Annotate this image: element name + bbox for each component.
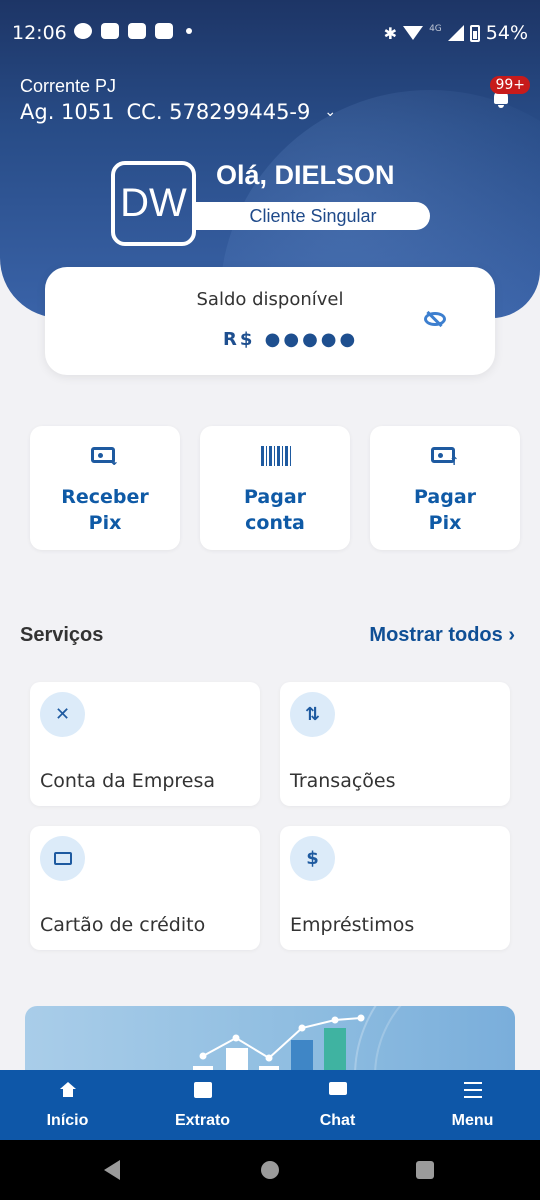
- quick-action-label: Receber Pix: [61, 486, 149, 534]
- service-credit-card[interactable]: Cartão de crédito: [30, 826, 260, 950]
- network-type: 4G: [429, 24, 442, 34]
- show-all-label: Mostrar todos: [369, 624, 503, 646]
- bluetooth-icon: ✱: [383, 23, 398, 43]
- more-dot-icon: [186, 28, 192, 34]
- nav-menu[interactable]: Menu: [405, 1070, 540, 1140]
- customer-tier-badge: Cliente Singular: [196, 202, 430, 230]
- signal-icon: [447, 25, 464, 41]
- services-title: Serviços: [20, 624, 104, 646]
- account-selector[interactable]: Ag. 1051 CC. 578299445-9 ⌄: [20, 100, 336, 124]
- service-label: Conta da Empresa: [40, 770, 216, 792]
- back-icon[interactable]: [104, 1160, 120, 1180]
- battery-percent: 54%: [485, 22, 528, 44]
- nav-statement[interactable]: Extrato: [135, 1070, 270, 1140]
- eye-hidden-icon[interactable]: [424, 310, 446, 328]
- loan-hand-icon: $: [290, 836, 335, 881]
- youtube-icon: [128, 23, 146, 39]
- account-type: Corrente PJ: [20, 76, 117, 96]
- avatar: DW: [111, 161, 196, 246]
- chevron-right-icon: ›: [508, 624, 515, 646]
- balance-value: R$ ●●●●●: [223, 329, 359, 350]
- quick-action-label: Pagar Pix: [413, 486, 477, 534]
- bottom-navigation: Início Extrato Chat Menu: [0, 1070, 540, 1140]
- wifi-icon: [403, 26, 424, 40]
- show-all-link[interactable]: Mostrar todos ›: [369, 624, 515, 647]
- quick-action-label: Pagar conta: [243, 486, 307, 534]
- receive-pix-icon: ↓: [91, 446, 119, 468]
- credit-card-icon: [40, 836, 85, 881]
- statement-icon: [193, 1082, 212, 1098]
- home-icon: [59, 1082, 77, 1098]
- service-label: Transações: [290, 770, 396, 792]
- battery-icon: [469, 24, 480, 42]
- greeting: Olá, DIELSON: [216, 160, 395, 190]
- notification-icons: [74, 23, 192, 39]
- system-status: ✱ 4G 54%: [384, 22, 528, 44]
- account-number: CC. 578299445-9: [126, 100, 311, 124]
- nav-chat[interactable]: Chat: [270, 1070, 405, 1140]
- service-transactions[interactable]: ⇅ Transações: [280, 682, 510, 806]
- service-label: Cartão de crédito: [40, 914, 206, 936]
- home-button-icon[interactable]: [261, 1161, 279, 1179]
- balance-card: Saldo disponível R$ ●●●●●: [45, 267, 495, 375]
- status-bar: 12:06 ✱ 4G 54%: [0, 0, 540, 68]
- agency-number: Ag. 1051: [20, 100, 115, 124]
- service-label: Empréstimos: [290, 914, 415, 936]
- nav-home[interactable]: Início: [0, 1070, 135, 1140]
- nav-label: Extrato: [174, 1112, 231, 1129]
- notification-badge: 99+: [490, 76, 530, 94]
- system-navigation-bar: [0, 1140, 540, 1200]
- caixa-logo-icon: ✕: [40, 692, 85, 737]
- balance-label: Saldo disponível: [196, 289, 344, 310]
- pay-pix-button[interactable]: ↑ Pagar Pix: [370, 426, 520, 550]
- status-time: 12:06: [12, 22, 67, 44]
- receive-pix-button[interactable]: ↓ Receber Pix: [30, 426, 180, 550]
- nav-label: Menu: [451, 1112, 494, 1129]
- nav-label: Início: [46, 1112, 89, 1129]
- menu-icon: [463, 1082, 482, 1098]
- barcode-icon: [261, 446, 291, 468]
- pay-pix-icon: ↑: [431, 446, 459, 468]
- nav-label: Chat: [319, 1112, 356, 1129]
- transfer-arrows-icon: ⇅: [290, 692, 335, 737]
- chat-notification-icon: [74, 23, 92, 39]
- service-loans[interactable]: $ Empréstimos: [280, 826, 510, 950]
- chat-icon: [328, 1082, 347, 1098]
- youtube-icon: [155, 23, 173, 39]
- pay-bill-button[interactable]: Pagar conta: [200, 426, 350, 550]
- telegram-icon: [101, 23, 119, 39]
- recent-apps-icon[interactable]: [416, 1161, 434, 1179]
- chevron-down-icon: ⌄: [324, 104, 337, 120]
- service-company-account[interactable]: ✕ Conta da Empresa: [30, 682, 260, 806]
